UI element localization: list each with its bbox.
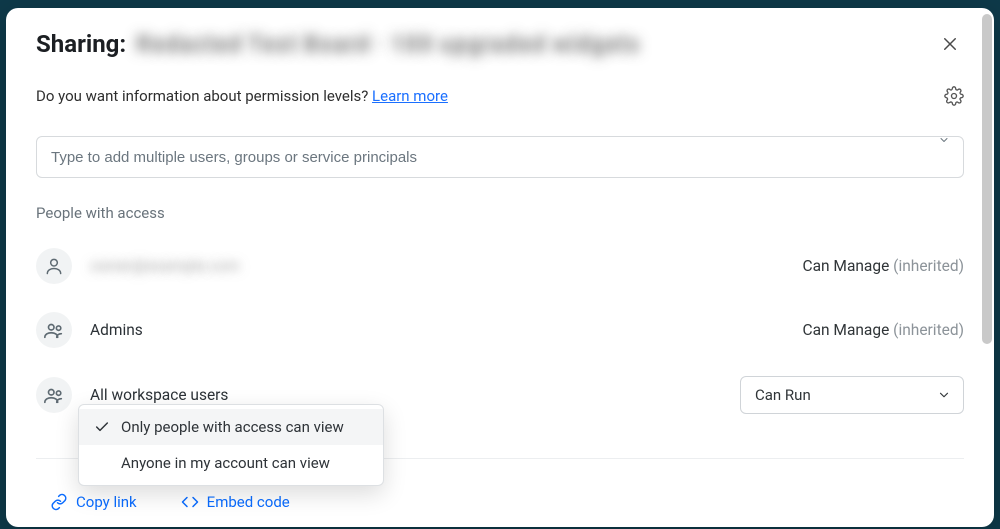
person-icon	[44, 256, 64, 276]
embed-code-label: Embed code	[207, 493, 290, 511]
permission-select-value: Can Run	[755, 386, 811, 404]
link-icon	[50, 493, 68, 511]
copy-link-label: Copy link	[76, 493, 137, 511]
learn-more-link[interactable]: Learn more	[372, 87, 448, 105]
info-row: Do you want information about permission…	[36, 86, 964, 106]
person-row: Admins Can Manage (inherited)	[36, 298, 964, 362]
person-name-obscured: owner@example.com	[90, 257, 802, 275]
sharing-title-prefix: Sharing:	[36, 30, 126, 58]
principal-search-input[interactable]	[36, 136, 964, 178]
visibility-option[interactable]: Anyone in my account can view	[79, 445, 383, 481]
avatar	[36, 248, 72, 284]
people-with-access-label: People with access	[36, 204, 964, 222]
avatar	[36, 312, 72, 348]
person-name: Admins	[90, 321, 802, 339]
chevron-down-icon	[937, 388, 951, 402]
people-list: owner@example.com Can Manage (inherited)…	[36, 234, 964, 428]
sharing-modal: Sharing: Redacted Test Board · 100 upgra…	[6, 8, 994, 527]
permission-select[interactable]: Can Run	[740, 376, 964, 414]
visibility-option[interactable]: Only people with access can view	[79, 409, 383, 445]
group-icon	[43, 384, 65, 406]
close-button[interactable]	[936, 30, 964, 58]
person-row: owner@example.com Can Manage (inherited)	[36, 234, 964, 298]
visibility-dropdown: Only people with access can view Anyone …	[78, 404, 384, 486]
visibility-option-label: Anyone in my account can view	[121, 454, 330, 472]
embed-code-button[interactable]: Embed code	[181, 493, 290, 511]
check-icon	[94, 419, 110, 435]
avatar	[36, 377, 72, 413]
person-name: All workspace users	[90, 386, 740, 404]
copy-link-button[interactable]: Copy link	[50, 493, 137, 511]
group-icon	[43, 319, 65, 341]
modal-header: Sharing: Redacted Test Board · 100 upgra…	[36, 30, 964, 58]
permission-label: Can Manage (inherited)	[802, 321, 964, 339]
info-text: Do you want information about permission…	[36, 87, 372, 105]
gear-icon	[944, 86, 964, 106]
close-icon	[941, 35, 959, 53]
visibility-option-label: Only people with access can view	[121, 418, 344, 436]
settings-button[interactable]	[944, 86, 964, 106]
sharing-title-obscured: Redacted Test Board · 100 upgraded widge…	[136, 30, 640, 58]
modal-footer: Copy link Embed code	[50, 493, 290, 511]
code-icon	[181, 493, 199, 511]
permission-label: Can Manage (inherited)	[802, 257, 964, 275]
